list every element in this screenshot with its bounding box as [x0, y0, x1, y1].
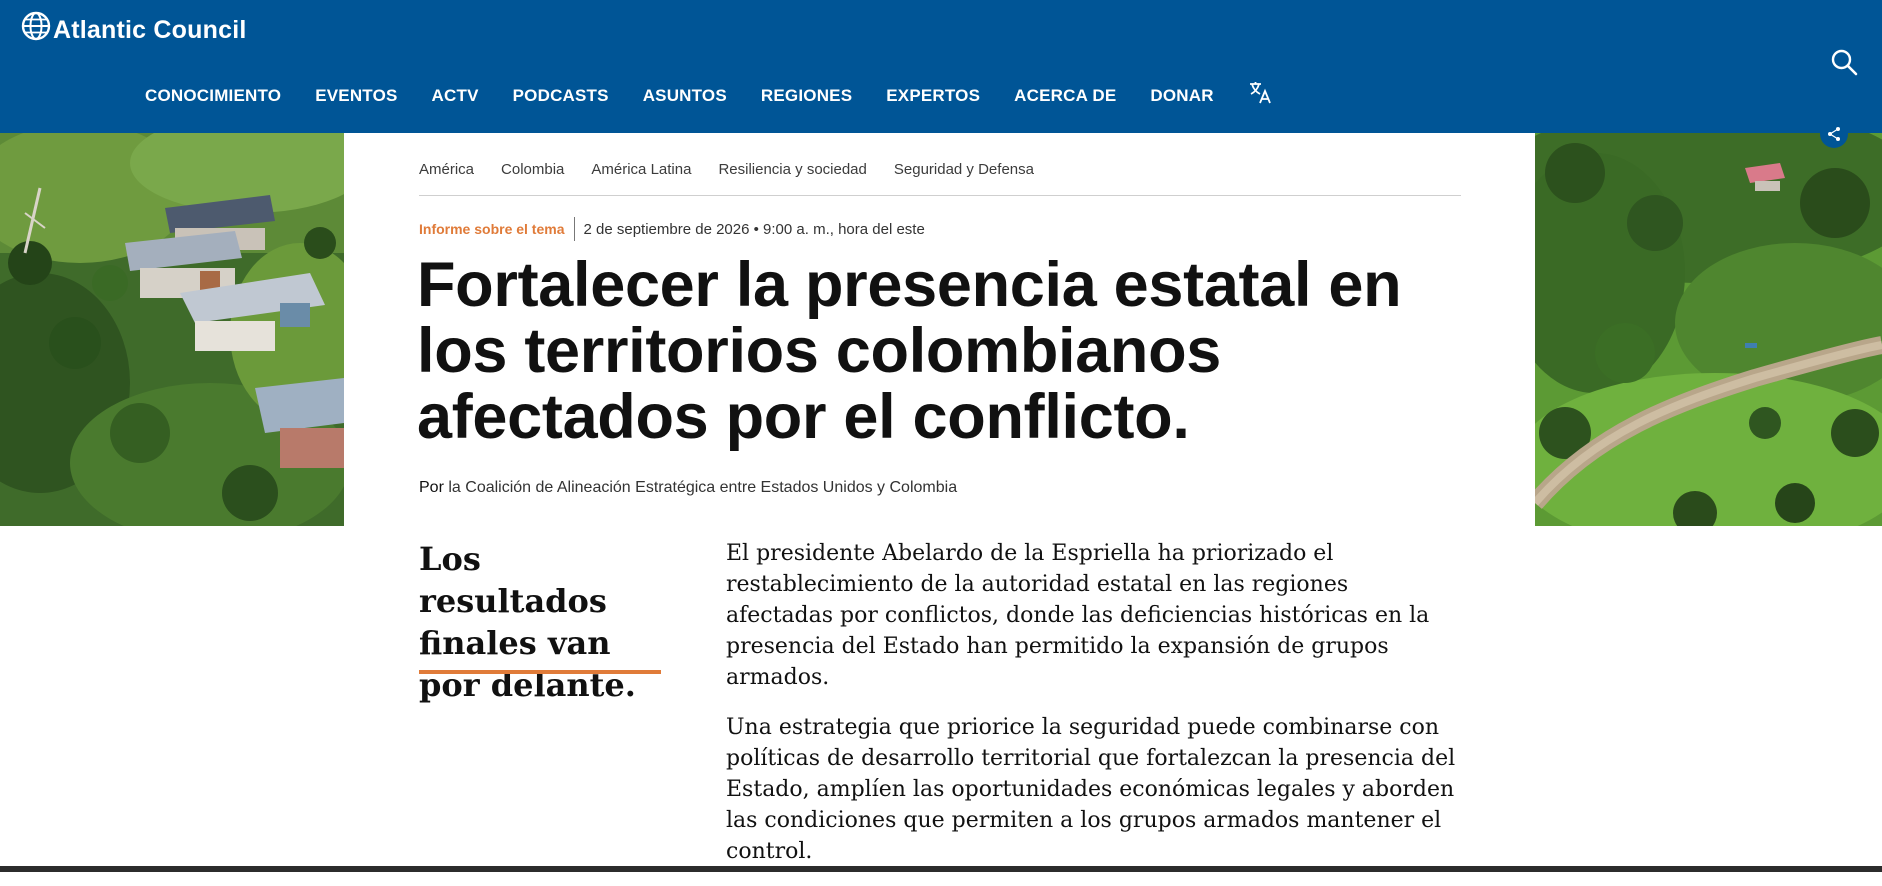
- tag-colombia[interactable]: Colombia: [501, 161, 564, 178]
- tag-america[interactable]: América: [419, 161, 474, 178]
- byline-prefix: Por: [419, 479, 444, 496]
- topic-tags: América Colombia América Latina Resilien…: [419, 161, 1061, 178]
- article-date: 2 de septiembre de 2026 • 9:00 a. m., ho…: [583, 220, 925, 238]
- globe-icon: [21, 11, 51, 40]
- site-logo[interactable]: Atlantic Council: [21, 6, 246, 45]
- article-body: El presidente Abelardo de la Espriella h…: [726, 538, 1461, 886]
- nav-item-eventos[interactable]: EVENTOS: [315, 86, 397, 106]
- nav-item-regiones[interactable]: REGIONES: [761, 86, 852, 106]
- tag-resiliencia-y-sociedad[interactable]: Resiliencia y sociedad: [718, 161, 866, 178]
- byline-author-link[interactable]: la Coalición de Alineación Estratégica e…: [448, 479, 957, 496]
- nav-item-conocimiento[interactable]: CONOCIMIENTO: [145, 86, 281, 106]
- nav-item-donar[interactable]: DONAR: [1150, 86, 1213, 106]
- byline: Por la Coalición de Alineación Estratégi…: [419, 479, 957, 497]
- article-meta: Informe sobre el tema 2 de septiembre de…: [419, 217, 925, 241]
- paragraph: El presidente Abelardo de la Espriella h…: [726, 541, 1430, 690]
- site-header: Atlantic Council CONOCIMIENTO EVENTOS AC…: [0, 0, 1882, 133]
- tags-divider: [419, 195, 1461, 196]
- nav-item-expertos[interactable]: EXPERTOS: [886, 86, 980, 106]
- logo-text: Atlantic Council: [53, 16, 247, 44]
- nav-item-actv[interactable]: ACTV: [432, 86, 479, 106]
- article-type-link[interactable]: Informe sobre el tema: [419, 221, 565, 237]
- tag-america-latina[interactable]: América Latina: [591, 161, 691, 178]
- article-title: Fortalecer la presencia estatal en los t…: [417, 250, 1402, 452]
- pullout-underline: [419, 670, 661, 674]
- paragraph: Una estrategia que priorice la seguridad…: [726, 715, 1456, 864]
- main-nav: CONOCIMIENTO EVENTOS ACTV PODCASTS ASUNT…: [145, 82, 1274, 106]
- bottom-bar: [0, 866, 1882, 872]
- nav-item-podcasts[interactable]: PODCASTS: [513, 86, 609, 106]
- nav-item-acerca-de[interactable]: ACERCA DE: [1014, 86, 1116, 106]
- meta-divider: [573, 217, 575, 241]
- hillside-houses-image: [0, 133, 344, 526]
- search-icon[interactable]: [1830, 48, 1858, 76]
- share-icon: [1828, 127, 1840, 141]
- translate-icon[interactable]: [1248, 79, 1274, 105]
- pullout-heading: Los resultados finales van por delante.: [419, 540, 636, 704]
- share-button[interactable]: [1820, 120, 1848, 148]
- hero-image-right: [1535, 133, 1882, 526]
- hillside-road-image: [1535, 133, 1882, 526]
- tag-seguridad-y-defensa[interactable]: Seguridad y Defensa: [894, 161, 1034, 178]
- nav-item-asuntos[interactable]: ASUNTOS: [643, 86, 727, 106]
- hero-image-left: [0, 133, 344, 526]
